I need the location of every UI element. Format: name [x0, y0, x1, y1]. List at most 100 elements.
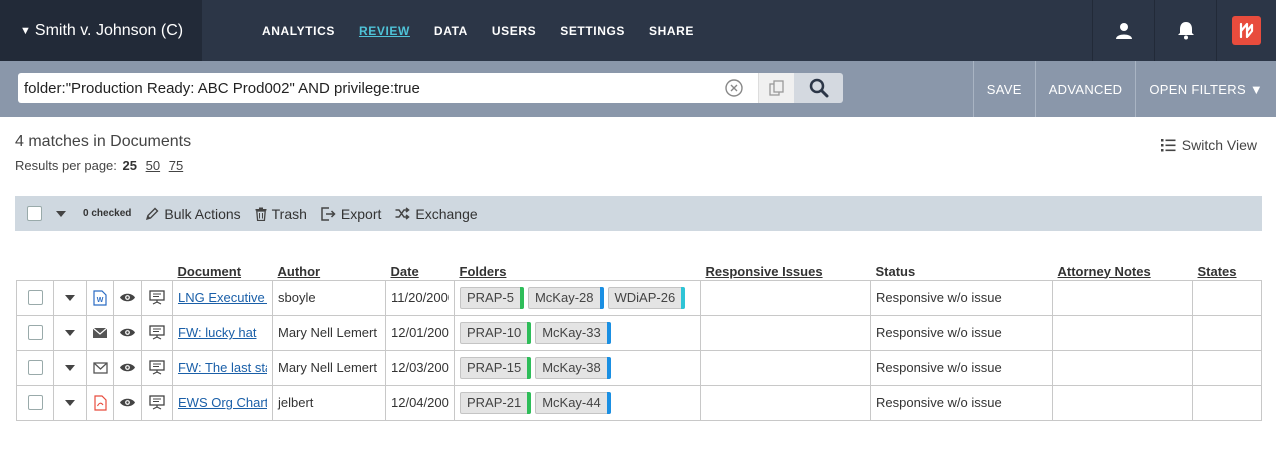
- eye-icon[interactable]: [115, 281, 141, 314]
- user-icon[interactable]: [1092, 0, 1154, 61]
- states-cell[interactable]: [1192, 314, 1262, 351]
- folder-tag[interactable]: McKay-38: [535, 356, 611, 379]
- pencil-icon: [146, 207, 159, 220]
- per-page-75[interactable]: 75: [169, 158, 183, 173]
- row-menu-caret-icon[interactable]: [65, 364, 75, 371]
- exchange-button[interactable]: Exchange: [395, 206, 478, 222]
- folder-tag[interactable]: PRAP-10: [460, 321, 532, 344]
- save-search-button[interactable]: SAVE: [972, 61, 1035, 117]
- select-all-checkbox[interactable]: [27, 206, 42, 221]
- results-table: Document Author Date Folders Responsive …: [16, 262, 1262, 421]
- table-row[interactable]: W LNG Executive Summary sboyle 11/20/2000 PR…: [16, 279, 1262, 316]
- date-cell: 12/04/2000: [391, 395, 449, 410]
- search-input[interactable]: folder:"Production Ready: ABC Prod002" A…: [18, 73, 758, 103]
- folder-tag[interactable]: PRAP-15: [460, 356, 532, 379]
- attorney-notes-cell[interactable]: [1052, 349, 1193, 386]
- col-document[interactable]: Document: [173, 262, 273, 280]
- email-icon: [88, 351, 113, 384]
- folder-tag[interactable]: WDiAP-26: [607, 286, 686, 309]
- row-checkbox[interactable]: [27, 325, 43, 340]
- open-filters-button[interactable]: OPEN FILTERS ▼: [1135, 61, 1276, 117]
- case-title: Smith v. Johnson (C): [34, 21, 184, 39]
- select-menu-caret-icon[interactable]: [56, 210, 66, 217]
- folder-tag[interactable]: PRAP-5: [460, 286, 524, 309]
- attorney-notes-cell[interactable]: [1052, 384, 1193, 421]
- row-checkbox[interactable]: [27, 395, 43, 410]
- search-actions: SAVE ADVANCED OPEN FILTERS ▼: [972, 61, 1276, 117]
- nav-users[interactable]: USERS: [492, 24, 536, 38]
- status-cell: Responsive w/o issue: [870, 279, 1053, 316]
- author-cell: Mary Nell Lemert: [272, 349, 386, 386]
- presentation-icon[interactable]: [143, 351, 172, 384]
- folder-tag[interactable]: PRAP-21: [460, 391, 532, 414]
- per-page-label: Results per page:: [15, 158, 117, 173]
- row-checkbox[interactable]: [27, 290, 43, 305]
- table-row[interactable]: FW: The last stand Mary Nell Lemert 12/03/…: [16, 349, 1262, 386]
- folder-tag[interactable]: McKay-44: [535, 391, 611, 414]
- row-menu-caret-icon[interactable]: [65, 399, 75, 406]
- date-cell: 12/03/2000: [391, 360, 449, 375]
- col-folders[interactable]: Folders: [455, 262, 701, 280]
- col-author[interactable]: Author: [273, 262, 386, 280]
- folder-tags: PRAP-21 McKay-44: [460, 391, 695, 414]
- email-attachment-icon: [88, 316, 113, 349]
- export-label: Export: [340, 205, 382, 222]
- col-attorney-notes[interactable]: Attorney Notes: [1053, 262, 1193, 280]
- eye-icon[interactable]: [115, 351, 141, 384]
- advanced-search-button[interactable]: ADVANCED: [1034, 61, 1136, 117]
- col-date[interactable]: Date: [386, 262, 455, 280]
- responsive-issues-cell[interactable]: [700, 349, 871, 386]
- search-bar: folder:"Production Ready: ABC Prod002" A…: [0, 61, 1276, 117]
- eye-icon[interactable]: [115, 316, 141, 349]
- document-link[interactable]: EWS Org Chart4: [178, 395, 267, 410]
- svg-text:W: W: [97, 297, 104, 304]
- attorney-notes-cell[interactable]: [1052, 279, 1193, 316]
- document-link[interactable]: LNG Executive Summary: [178, 290, 267, 305]
- clear-search-icon[interactable]: [724, 78, 744, 98]
- document-link[interactable]: FW: lucky hat: [178, 325, 267, 340]
- per-page-50[interactable]: 50: [146, 158, 160, 173]
- presentation-icon[interactable]: [143, 316, 172, 349]
- nav-settings[interactable]: SETTINGS: [560, 24, 625, 38]
- presentation-icon[interactable]: [143, 386, 172, 419]
- case-selector[interactable]: ▼ Smith v. Johnson (C): [0, 0, 202, 61]
- table-row[interactable]: EWS Org Chart4 jelbert 12/04/2000 PRAP-21 Mc…: [16, 384, 1262, 421]
- responsive-issues-cell[interactable]: [700, 279, 871, 316]
- folder-tags: PRAP-10 McKay-33: [460, 321, 695, 344]
- nav-review[interactable]: REVIEW: [359, 24, 410, 38]
- states-cell[interactable]: [1192, 349, 1262, 386]
- states-cell[interactable]: [1192, 384, 1262, 421]
- list-icon: [1160, 139, 1176, 152]
- document-link[interactable]: FW: The last stand: [178, 360, 267, 375]
- per-page-25[interactable]: 25: [123, 158, 137, 173]
- row-menu-caret-icon[interactable]: [65, 294, 75, 301]
- responsive-issues-cell[interactable]: [700, 314, 871, 351]
- row-checkbox[interactable]: [27, 360, 43, 375]
- export-button[interactable]: Export: [321, 206, 381, 222]
- eye-icon[interactable]: [115, 386, 141, 419]
- switch-view-button[interactable]: Switch View: [1160, 137, 1257, 153]
- nav-analytics[interactable]: ANALYTICS: [262, 24, 335, 38]
- bell-icon[interactable]: [1154, 0, 1216, 61]
- folder-tag[interactable]: McKay-28: [527, 286, 604, 309]
- col-responsive-issues[interactable]: Responsive Issues: [701, 262, 871, 280]
- author-cell: jelbert: [272, 384, 386, 421]
- row-menu-caret-icon[interactable]: [65, 329, 75, 336]
- word-doc-icon: W: [88, 281, 113, 314]
- presentation-icon[interactable]: [143, 281, 172, 314]
- responsive-issues-cell[interactable]: [700, 384, 871, 421]
- nav-data[interactable]: DATA: [434, 24, 468, 38]
- copy-icon[interactable]: [758, 73, 794, 103]
- search-button[interactable]: [794, 73, 843, 103]
- nav-share[interactable]: SHARE: [649, 24, 694, 38]
- pdf-icon: [88, 386, 113, 419]
- trash-button[interactable]: Trash: [255, 206, 307, 222]
- states-cell[interactable]: [1192, 279, 1262, 316]
- attorney-notes-cell[interactable]: [1052, 314, 1193, 351]
- col-states[interactable]: States: [1193, 262, 1262, 280]
- logo-icon[interactable]: [1216, 0, 1276, 61]
- table-row[interactable]: FW: lucky hat Mary Nell Lemert 12/01/2000 P…: [16, 314, 1262, 351]
- folder-tag[interactable]: McKay-33: [535, 321, 611, 344]
- folder-tag-label: McKay-28: [534, 290, 594, 305]
- bulk-actions-button[interactable]: Bulk Actions: [145, 206, 241, 222]
